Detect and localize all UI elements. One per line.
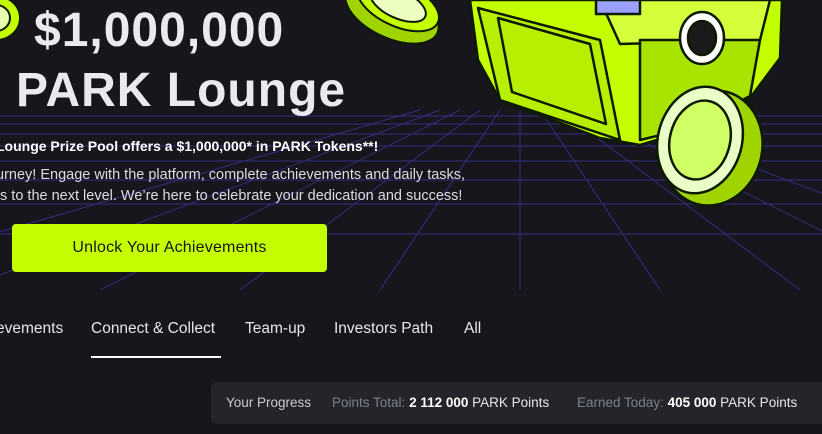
- points-total-unit: PARK Points: [472, 395, 550, 410]
- progress-bar-panel: Your Progress Points Total: 2 112 000 PA…: [211, 382, 822, 424]
- earned-today-label: Earned Today:: [577, 395, 664, 410]
- active-tab-indicator: [91, 356, 221, 358]
- hero-description-line: urney! Engage with the platform, complet…: [0, 167, 466, 183]
- coin-top-icon: [344, 0, 440, 45]
- tab-investors-path[interactable]: Investors Path: [334, 320, 433, 338]
- hero-description: urney! Engage with the platform, complet…: [0, 165, 556, 207]
- hero-title-name: PARK Lounge: [16, 64, 347, 117]
- earned-today-value: 405 000: [667, 395, 717, 410]
- prize-pool-text: Lounge Prize Pool offers a $1,000,000* i…: [0, 138, 379, 154]
- points-total-label: Points Total:: [332, 395, 406, 410]
- points-total: Points Total: 2 112 000 PARK Points: [332, 395, 549, 410]
- points-total-value: 2 112 000: [409, 395, 469, 410]
- hero-section: $1,000,000 PARK Lounge Lounge Prize Pool…: [0, 0, 822, 290]
- tab-team-up[interactable]: Team-up: [245, 320, 305, 338]
- unlock-achievements-button[interactable]: Unlock Your Achievements: [12, 224, 327, 272]
- category-tabs: evements Connect & Collect Team-up Inves…: [0, 312, 822, 360]
- hero-title-amount: $1,000,000: [34, 4, 285, 57]
- earned-today: Earned Today: 405 000 PARK Points: [577, 395, 797, 410]
- tab-all[interactable]: All: [464, 320, 481, 338]
- tab-achievements[interactable]: evements: [0, 320, 63, 338]
- tab-connect-collect[interactable]: Connect & Collect: [91, 320, 215, 338]
- progress-heading: Your Progress: [226, 395, 312, 410]
- coin-left-fragment-icon: [0, 0, 21, 41]
- earned-today-unit: PARK Points: [720, 395, 798, 410]
- hero-description-line: ts to the next level. We’re here to cele…: [0, 188, 463, 204]
